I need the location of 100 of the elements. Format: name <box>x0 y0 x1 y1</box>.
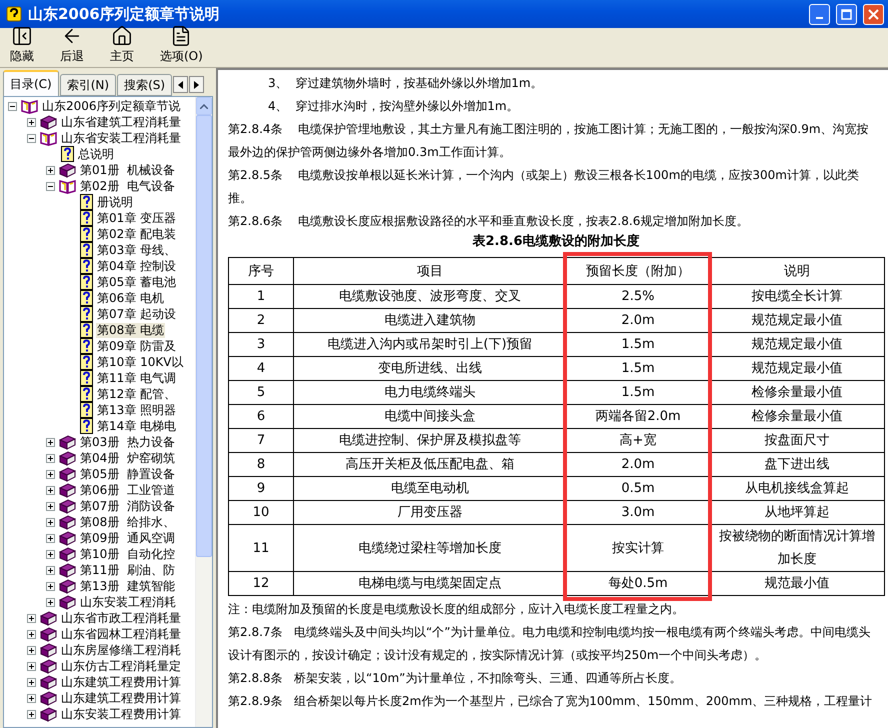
toolbar-button[interactable]: 后退 <box>56 25 88 65</box>
tree-item[interactable]: 册说明 <box>96 194 134 210</box>
expand-icon[interactable] <box>27 710 36 718</box>
tree-item[interactable]: 第02册 电气设备 <box>79 178 176 194</box>
help-page-icon <box>80 258 93 274</box>
expand-icon[interactable] <box>46 166 55 174</box>
help-page-icon <box>80 210 93 226</box>
tree-item[interactable]: 第07章 起动设 <box>96 306 178 322</box>
tree-item[interactable]: 山东省市政工程消耗量 <box>60 610 182 626</box>
tree-item[interactable]: 第06章 电机 <box>96 290 166 306</box>
scroll-up-button[interactable] <box>196 97 212 115</box>
tree-item[interactable]: 第03章 母线、 <box>96 242 178 258</box>
tree-item[interactable]: 第09章 防雷及 <box>96 338 178 354</box>
tab[interactable]: 目录(C) <box>3 70 59 96</box>
tree-item[interactable]: 山东省建筑工程消耗量 <box>60 114 182 130</box>
expand-icon[interactable] <box>46 582 55 590</box>
help-page-icon <box>80 370 93 386</box>
tree-item[interactable]: 山东安装工程费用计算 <box>60 706 182 722</box>
help-page-icon <box>80 402 93 418</box>
tree-item[interactable]: 第05章 蓄电池 <box>96 274 178 290</box>
expand-icon[interactable] <box>46 486 55 494</box>
minimize-icon <box>816 17 823 19</box>
expand-icon[interactable] <box>27 646 36 654</box>
expand-icon[interactable] <box>46 470 55 478</box>
tree-item[interactable]: 山东省安装工程消耗量 <box>60 130 182 146</box>
expand-icon[interactable] <box>27 678 36 686</box>
tree-item[interactable]: 山东建筑工程费用计算 <box>60 690 182 706</box>
vertical-scrollbar[interactable] <box>195 97 212 727</box>
tree-item[interactable]: 第13册 建筑智能 <box>79 578 176 594</box>
tree-item[interactable]: 第14章 电梯电 <box>96 418 178 434</box>
tree-item[interactable]: 总说明 <box>77 146 115 162</box>
tree-item[interactable]: 第08章 电缆 <box>96 322 166 338</box>
tree-item[interactable]: 山东省园林工程消耗量 <box>60 626 182 642</box>
tree-item[interactable]: 第13章 照明器 <box>96 402 178 418</box>
tree-item[interactable]: 山东2006序列定额章节说 <box>41 98 182 114</box>
expand-icon[interactable] <box>27 118 36 126</box>
tree-item[interactable]: 第03册 热力设备 <box>79 434 176 450</box>
book-icon <box>59 450 76 466</box>
expand-icon[interactable] <box>46 518 55 526</box>
expand-icon[interactable] <box>46 566 55 574</box>
collapse-icon[interactable] <box>46 182 55 190</box>
tree-item[interactable]: 第01章 变压器 <box>96 210 178 226</box>
column-header: 说明 <box>710 258 884 284</box>
up-chevron-icon <box>200 104 208 108</box>
toolbar-button[interactable]: 主页 <box>106 25 138 65</box>
close-button[interactable] <box>863 4 884 24</box>
expand-icon[interactable] <box>46 550 55 558</box>
table-cell: 规范规定最小值 <box>710 332 884 356</box>
tree-item[interactable]: 第10册 自动化控 <box>79 546 176 562</box>
tree-item[interactable]: 第05册 静置设备 <box>79 466 176 482</box>
expand-icon[interactable] <box>27 662 36 670</box>
tree-item[interactable]: 第07册 消防设备 <box>79 498 176 514</box>
collapse-icon[interactable] <box>27 134 36 142</box>
table-cell: 盘下进出线 <box>710 452 884 476</box>
expand-icon[interactable] <box>27 694 36 702</box>
maximize-button[interactable] <box>836 4 857 24</box>
tree-item[interactable]: 第12章 配管、 <box>96 386 178 402</box>
scroll-right-button[interactable] <box>189 76 204 93</box>
tree-item[interactable]: 第09册 通风空调 <box>79 530 176 546</box>
help-page-icon <box>80 354 93 370</box>
tree-item[interactable]: 第04章 控制设 <box>96 258 178 274</box>
toolbar-button[interactable]: 隐藏 <box>6 25 38 65</box>
tree-item[interactable]: 第11册 刷油、防 <box>79 562 176 578</box>
book-icon <box>59 514 76 530</box>
table-cell: 6 <box>228 404 294 428</box>
tree-item[interactable]: 山东房屋修缮工程消耗 <box>60 642 182 658</box>
book-icon <box>59 530 76 546</box>
table-cell: 11 <box>228 524 294 572</box>
expand-icon[interactable] <box>27 630 36 638</box>
close-icon <box>868 8 879 20</box>
expand-icon[interactable] <box>27 614 36 622</box>
scrollbar-thumb[interactable] <box>196 115 212 557</box>
tree-item[interactable]: 第06册 工业管道 <box>79 482 176 498</box>
tree-item[interactable]: 第08册 给排水、 <box>79 514 176 530</box>
minimize-button[interactable] <box>809 4 830 24</box>
help-page-icon <box>80 274 93 290</box>
book-icon <box>59 434 76 450</box>
tree-item[interactable]: 第02章 配电装 <box>96 226 178 242</box>
tree-item[interactable]: 山东安装工程消耗 <box>79 594 177 610</box>
tree-item[interactable]: 山东仿古工程消耗量定 <box>60 658 182 674</box>
tree-item[interactable]: 第10章 10KV以 <box>96 354 184 370</box>
expand-icon[interactable] <box>46 454 55 462</box>
tree-item[interactable]: 山东建筑工程费用计算 <box>60 674 182 690</box>
paragraph: 第2.8.6条 电缆敷设长度应根据敷设路径的水平和垂直敷设长度，按表2.8.6规定增加附加长度。 <box>228 213 750 230</box>
tab[interactable]: 搜索(S) <box>117 74 172 96</box>
tree-item[interactable]: 第11章 电气调 <box>96 370 178 386</box>
collapse-icon[interactable] <box>8 102 17 110</box>
help-icon <box>6 6 22 22</box>
expand-icon[interactable] <box>46 438 55 446</box>
book-icon <box>59 498 76 514</box>
toolbar-button[interactable]: 选项(O) <box>156 25 207 65</box>
scroll-left-button[interactable] <box>173 76 188 93</box>
expand-icon[interactable] <box>46 534 55 542</box>
expand-icon[interactable] <box>46 502 55 510</box>
help-page-icon <box>80 306 93 322</box>
tree-item[interactable]: 第04册 炉窑砌筑 <box>79 450 176 466</box>
tree-item[interactable]: 第01册 机械设备 <box>79 162 176 178</box>
open-book-icon <box>21 98 38 114</box>
expand-icon[interactable] <box>46 598 55 606</box>
tab[interactable]: 索引(N) <box>60 74 116 96</box>
